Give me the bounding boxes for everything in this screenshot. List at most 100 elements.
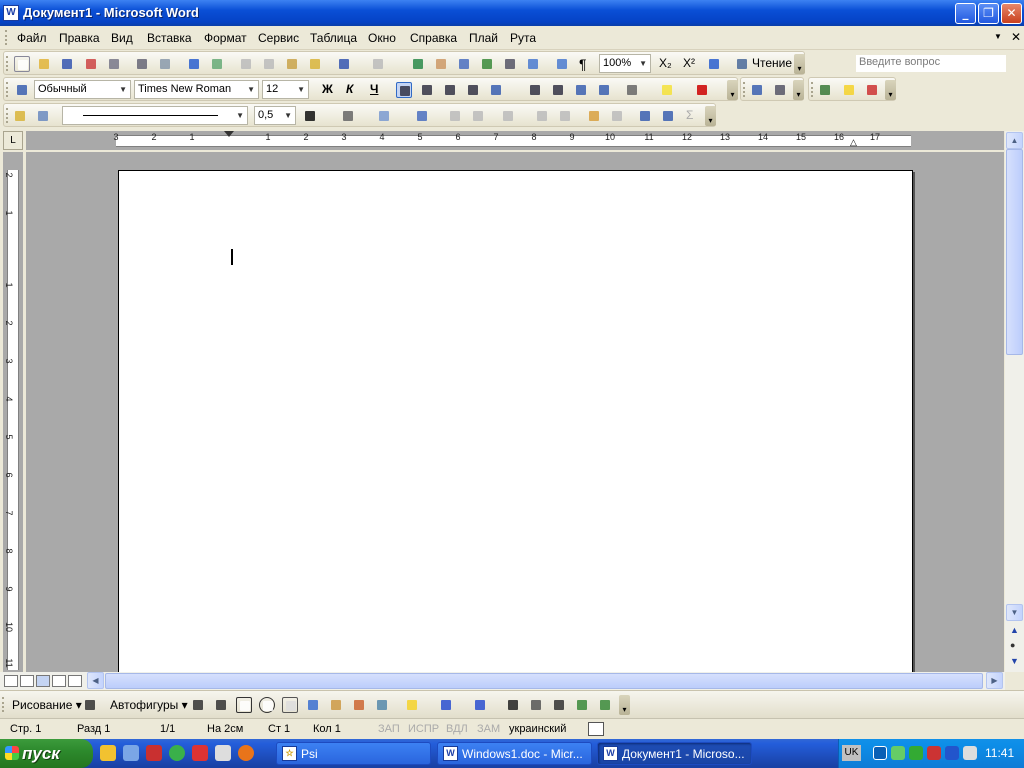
permission-icon[interactable] — [83, 56, 99, 72]
tables-borders-icon[interactable] — [433, 56, 449, 72]
columns-icon[interactable] — [502, 56, 518, 72]
doc-close-icon[interactable]: ✕ — [1011, 30, 1021, 44]
text-box-icon[interactable] — [282, 697, 298, 713]
menu-edit[interactable]: Правка — [59, 31, 100, 45]
tray-app-icon[interactable] — [909, 746, 923, 760]
draw-table-icon[interactable] — [12, 108, 28, 124]
autoshapes-button[interactable]: Автофигуры ▾ — [110, 698, 188, 712]
menu-plai[interactable]: Плай — [469, 31, 498, 45]
vertical-scrollbar[interactable]: ▲ ▼ ▲ ● ▼ — [1005, 131, 1024, 672]
horizontal-scrollbar[interactable]: ◀ ▶ — [0, 672, 1005, 690]
normal-view-icon[interactable] — [4, 675, 18, 687]
insert-table-icon[interactable] — [456, 56, 472, 72]
sort-ascending-icon[interactable] — [637, 108, 653, 124]
paste-icon[interactable] — [284, 56, 300, 72]
new-document-icon[interactable] — [14, 56, 30, 72]
title-bar[interactable]: W Документ1 - Microsoft Word _ ❐ ✕ — [0, 0, 1024, 26]
align-left-icon[interactable] — [396, 82, 412, 98]
arrow-icon[interactable] — [213, 697, 229, 713]
font-color-icon[interactable] — [694, 82, 710, 98]
decrease-indent-icon[interactable] — [573, 82, 589, 98]
merge-cells-icon[interactable] — [447, 108, 463, 124]
status-language[interactable]: украинский — [509, 723, 566, 735]
help-icon[interactable] — [706, 56, 722, 72]
redo-icon[interactable] — [370, 56, 386, 72]
ask-question-input[interactable]: Введите вопрос — [856, 55, 1006, 72]
clip-art-icon[interactable] — [351, 697, 367, 713]
bold-button[interactable]: Ж — [322, 82, 333, 96]
task-document1[interactable]: W Документ1 - Microso... — [597, 742, 752, 765]
underline-button[interactable]: Ч — [370, 82, 378, 96]
menu-table[interactable]: Таблица — [310, 31, 357, 45]
print-preview-icon[interactable] — [157, 56, 173, 72]
scroll-left-icon[interactable]: ◀ — [87, 672, 104, 689]
toolbar-options-icon[interactable]: ▾ — [619, 695, 630, 715]
menu-tools[interactable]: Сервис — [258, 31, 299, 45]
save-icon[interactable] — [59, 56, 75, 72]
show-hide-icon[interactable]: ¶ — [579, 56, 587, 72]
line-icon[interactable] — [190, 697, 206, 713]
justify-icon[interactable] — [465, 82, 481, 98]
task-psi[interactable]: ☆ Psi — [276, 742, 431, 765]
insert-picture-icon[interactable] — [374, 697, 390, 713]
open-folder-icon[interactable] — [36, 56, 52, 72]
horizontal-scroll-thumb[interactable] — [105, 673, 983, 689]
horizontal-ruler[interactable]: 3 2 1 1 2 3 4 5 6 7 8 9 10 11 12 13 14 1… — [26, 131, 1004, 150]
toolbar-options-icon[interactable]: ▾ — [793, 80, 804, 100]
menu-ruta[interactable]: Рута — [510, 31, 536, 45]
outline-view-icon[interactable] — [52, 675, 66, 687]
status-track[interactable]: ИСПР — [408, 723, 439, 735]
book-icon[interactable] — [772, 82, 788, 98]
firefox-icon[interactable] — [238, 745, 254, 761]
toolbar-grip[interactable] — [743, 82, 746, 97]
undo-icon[interactable] — [336, 56, 352, 72]
drawing-menu-button[interactable]: Рисование ▾ — [12, 698, 82, 712]
menu-file[interactable]: Файл — [17, 31, 47, 45]
menu-insert[interactable]: Вставка — [147, 31, 192, 45]
copy-icon[interactable] — [261, 56, 277, 72]
comment-icon[interactable] — [749, 82, 765, 98]
tray-expand-icon[interactable] — [873, 746, 887, 760]
italic-button[interactable]: К — [346, 82, 353, 96]
cell-align-icon[interactable] — [500, 108, 516, 124]
minimize-button[interactable]: _ — [955, 3, 976, 24]
text-direction-icon[interactable] — [609, 108, 625, 124]
ask-dropdown-icon[interactable]: ▼ — [994, 32, 1002, 41]
show-desktop-icon[interactable] — [123, 745, 139, 761]
reading-button[interactable]: Чтение — [752, 56, 792, 70]
rectangle-icon[interactable] — [236, 697, 252, 713]
line-style-select[interactable]: ▼ — [62, 106, 248, 125]
font-select[interactable]: Times New Roman ▼ — [134, 80, 259, 99]
menu-grip[interactable] — [5, 30, 8, 45]
status-overtype[interactable]: ЗАМ — [477, 723, 500, 735]
opera-icon[interactable] — [192, 745, 208, 761]
wordart-icon[interactable] — [305, 697, 321, 713]
reading-icon[interactable] — [734, 56, 750, 72]
sort-descending-icon[interactable] — [660, 108, 676, 124]
tray-security-icon[interactable] — [927, 746, 941, 760]
reading-view-icon[interactable] — [68, 675, 82, 687]
styles-icon[interactable] — [14, 82, 30, 98]
align-right-icon[interactable] — [442, 82, 458, 98]
ukraine-flag-icon[interactable] — [841, 82, 857, 98]
line-color-icon[interactable] — [438, 697, 454, 713]
oval-icon[interactable] — [259, 697, 275, 713]
task-windows-doc[interactable]: W Windows1.doc - Micr... — [437, 742, 592, 765]
toolbar-grip[interactable] — [2, 697, 5, 712]
dash-style-icon[interactable] — [528, 697, 544, 713]
menu-view[interactable]: Вид — [111, 31, 133, 45]
insert-excel-icon[interactable] — [479, 56, 495, 72]
scroll-right-icon[interactable]: ▶ — [986, 672, 1003, 689]
superscript-icon[interactable]: X² — [683, 56, 695, 70]
scroll-down-icon[interactable]: ▼ — [1006, 604, 1023, 621]
tray-volume-icon[interactable] — [963, 746, 977, 760]
autosum-icon[interactable]: Σ — [686, 108, 693, 122]
toolbar-grip[interactable] — [6, 108, 9, 123]
close-button[interactable]: ✕ — [1001, 3, 1022, 24]
quicklaunch-app-icon[interactable] — [146, 745, 162, 761]
increase-indent-icon[interactable] — [596, 82, 612, 98]
align-center-icon[interactable] — [419, 82, 435, 98]
scroll-thumb[interactable] — [1006, 149, 1023, 355]
research-icon[interactable] — [209, 56, 225, 72]
quicklaunch-tool-icon[interactable] — [215, 745, 231, 761]
